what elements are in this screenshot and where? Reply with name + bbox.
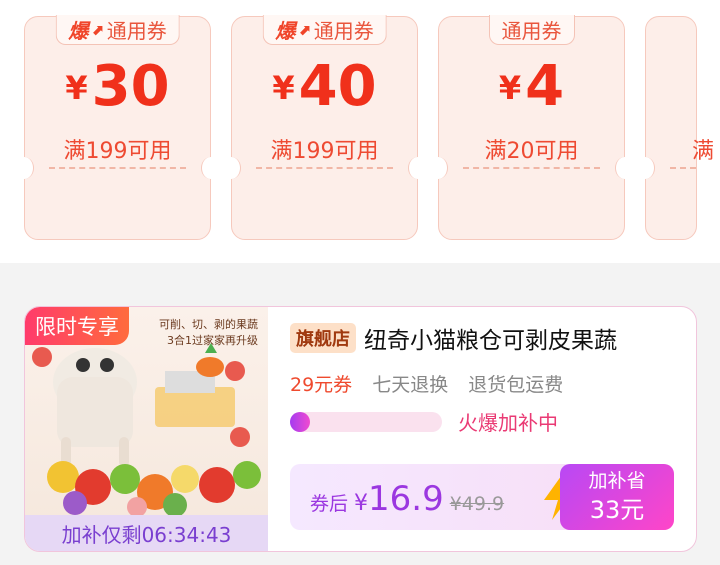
product-image[interactable]: 限时专享 可削、切、剥的果蔬 3合1过家家再升级 加补仅剩06:34:43 [25, 307, 268, 551]
divider [256, 167, 393, 169]
limited-tag: 限时专享 [25, 307, 129, 345]
coupon-type-label: 通用券 [313, 19, 374, 43]
subsidy-button[interactable]: 加补省 33元 [560, 464, 674, 530]
coupon-tag: 通用券 [488, 15, 575, 45]
hot-label: 爆 [275, 19, 296, 43]
coupon-strip: 爆 ⬈ 通用券 ¥30 满199可用 爆 ⬈ 通用券 ¥40 满199可用 通用… [0, 0, 720, 263]
coupon-amount: ¥4 [498, 54, 565, 119]
coupon-condition: 满199可用 [270, 139, 379, 164]
progress-label: 火爆加补中 [458, 411, 558, 435]
image-caption: 可削、切、剥的果蔬 3合1过家家再升级 [159, 318, 258, 347]
price-bar[interactable]: 券后 ¥16.9 ¥49.9 加补省 33元 [290, 464, 674, 530]
progress-fill [290, 411, 310, 432]
coupon-condition: 满20可用 [484, 139, 579, 164]
currency-symbol: ¥ [354, 491, 369, 516]
subsidy-value: 33元 [589, 496, 645, 524]
return-note: 七天退换 [372, 374, 449, 396]
coupon-condition: 满 [692, 139, 715, 164]
divider [463, 167, 600, 169]
original-price: ¥49.9 [449, 493, 505, 515]
coupon-type-label: 通用券 [501, 19, 562, 43]
subsidy-label: 加补省 [588, 470, 646, 492]
progress-track [290, 411, 442, 432]
coupon-card[interactable]: 爆 ⬈ 通用券 ¥30 满199可用 [15, 15, 220, 240]
coupon-amount: ¥30 [65, 54, 170, 119]
coupon-tag: 爆 ⬈ 通用券 [262, 15, 387, 45]
product-title[interactable]: 纽奇小猫粮仓可剥皮果蔬 [364, 321, 617, 355]
product-info: 旗舰店 纽奇小猫粮仓可剥皮果蔬 29元券 七天退换 退货包运费 火爆加补中 券后… [290, 307, 696, 551]
price-group: 券后 ¥16.9 ¥49.9 [310, 479, 504, 519]
product-card[interactable]: 限时专享 可削、切、剥的果蔬 3合1过家家再升级 加补仅剩06:34:43 旗舰… [24, 306, 697, 552]
current-price: 16.9 [368, 479, 444, 519]
coupon-card[interactable]: 通用券 ¥4 满20可用 [429, 15, 634, 240]
divider [670, 167, 696, 169]
coupon-type-label: 通用券 [106, 19, 167, 43]
coupon-condition: 满199可用 [63, 139, 172, 164]
shipping-note: 退货包运费 [468, 374, 564, 396]
price-prefix: 券后 [310, 493, 349, 515]
coupon-tag: 爆 ⬈ 通用券 [55, 15, 180, 45]
service-tags: 29元券 七天退换 退货包运费 [290, 370, 563, 397]
trend-up-icon: ⬈ [298, 20, 311, 39]
divider [49, 167, 186, 169]
hot-label: 爆 [68, 19, 89, 43]
coupon-amount: ¥40 [272, 54, 377, 119]
coupon-card[interactable]: 满 [636, 16, 714, 240]
title-row: 旗舰店 纽奇小猫粮仓可剥皮果蔬 [290, 321, 617, 355]
countdown-bar: 加补仅剩06:34:43 [25, 515, 268, 551]
coupon-note: 29元券 [290, 374, 353, 396]
coupon-card[interactable]: 爆 ⬈ 通用券 ¥40 满199可用 [222, 15, 427, 240]
trend-up-icon: ⬈ [91, 20, 104, 39]
flagship-badge: 旗舰店 [290, 323, 356, 353]
progress-row: 火爆加补中 [290, 407, 558, 436]
